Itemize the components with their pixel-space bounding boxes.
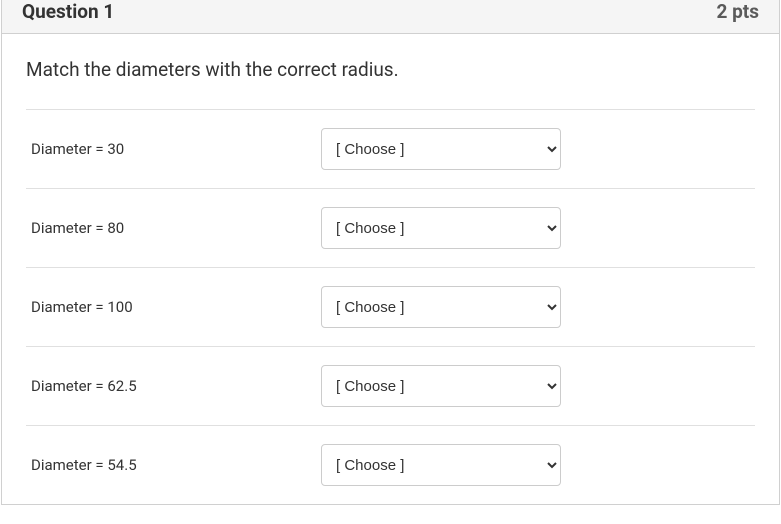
match-select-diameter-100[interactable]: [ Choose ] — [321, 286, 561, 328]
match-row: Diameter = 54.5 [ Choose ] — [26, 425, 755, 504]
match-row: Diameter = 62.5 [ Choose ] — [26, 346, 755, 425]
match-select-diameter-80[interactable]: [ Choose ] — [321, 207, 561, 249]
question-prompt: Match the diameters with the correct rad… — [26, 58, 755, 81]
match-label-diameter-54-5: Diameter = 54.5 — [31, 456, 321, 474]
match-select-wrap: [ Choose ] — [321, 365, 561, 407]
match-label-diameter-30: Diameter = 30 — [31, 140, 321, 158]
match-label-diameter-62-5: Diameter = 62.5 — [31, 377, 321, 395]
match-select-diameter-62-5[interactable]: [ Choose ] — [321, 365, 561, 407]
question-points: 2 pts — [717, 0, 760, 23]
match-select-wrap: [ Choose ] — [321, 444, 561, 486]
match-select-wrap: [ Choose ] — [321, 286, 561, 328]
question-title: Question 1 — [22, 0, 114, 23]
match-label-diameter-80: Diameter = 80 — [31, 219, 321, 237]
question-body: Match the diameters with the correct rad… — [2, 34, 779, 504]
match-row: Diameter = 100 [ Choose ] — [26, 267, 755, 346]
match-select-wrap: [ Choose ] — [321, 207, 561, 249]
match-select-diameter-30[interactable]: [ Choose ] — [321, 128, 561, 170]
match-select-diameter-54-5[interactable]: [ Choose ] — [321, 444, 561, 486]
match-label-diameter-100: Diameter = 100 — [31, 298, 321, 316]
match-select-wrap: [ Choose ] — [321, 128, 561, 170]
match-row: Diameter = 30 [ Choose ] — [26, 109, 755, 188]
match-row: Diameter = 80 [ Choose ] — [26, 188, 755, 267]
match-rows: Diameter = 30 [ Choose ] Diameter = 80 [… — [26, 109, 755, 504]
question-header: Question 1 2 pts — [2, 0, 779, 34]
question-container: Question 1 2 pts Match the diameters wit… — [1, 0, 780, 505]
